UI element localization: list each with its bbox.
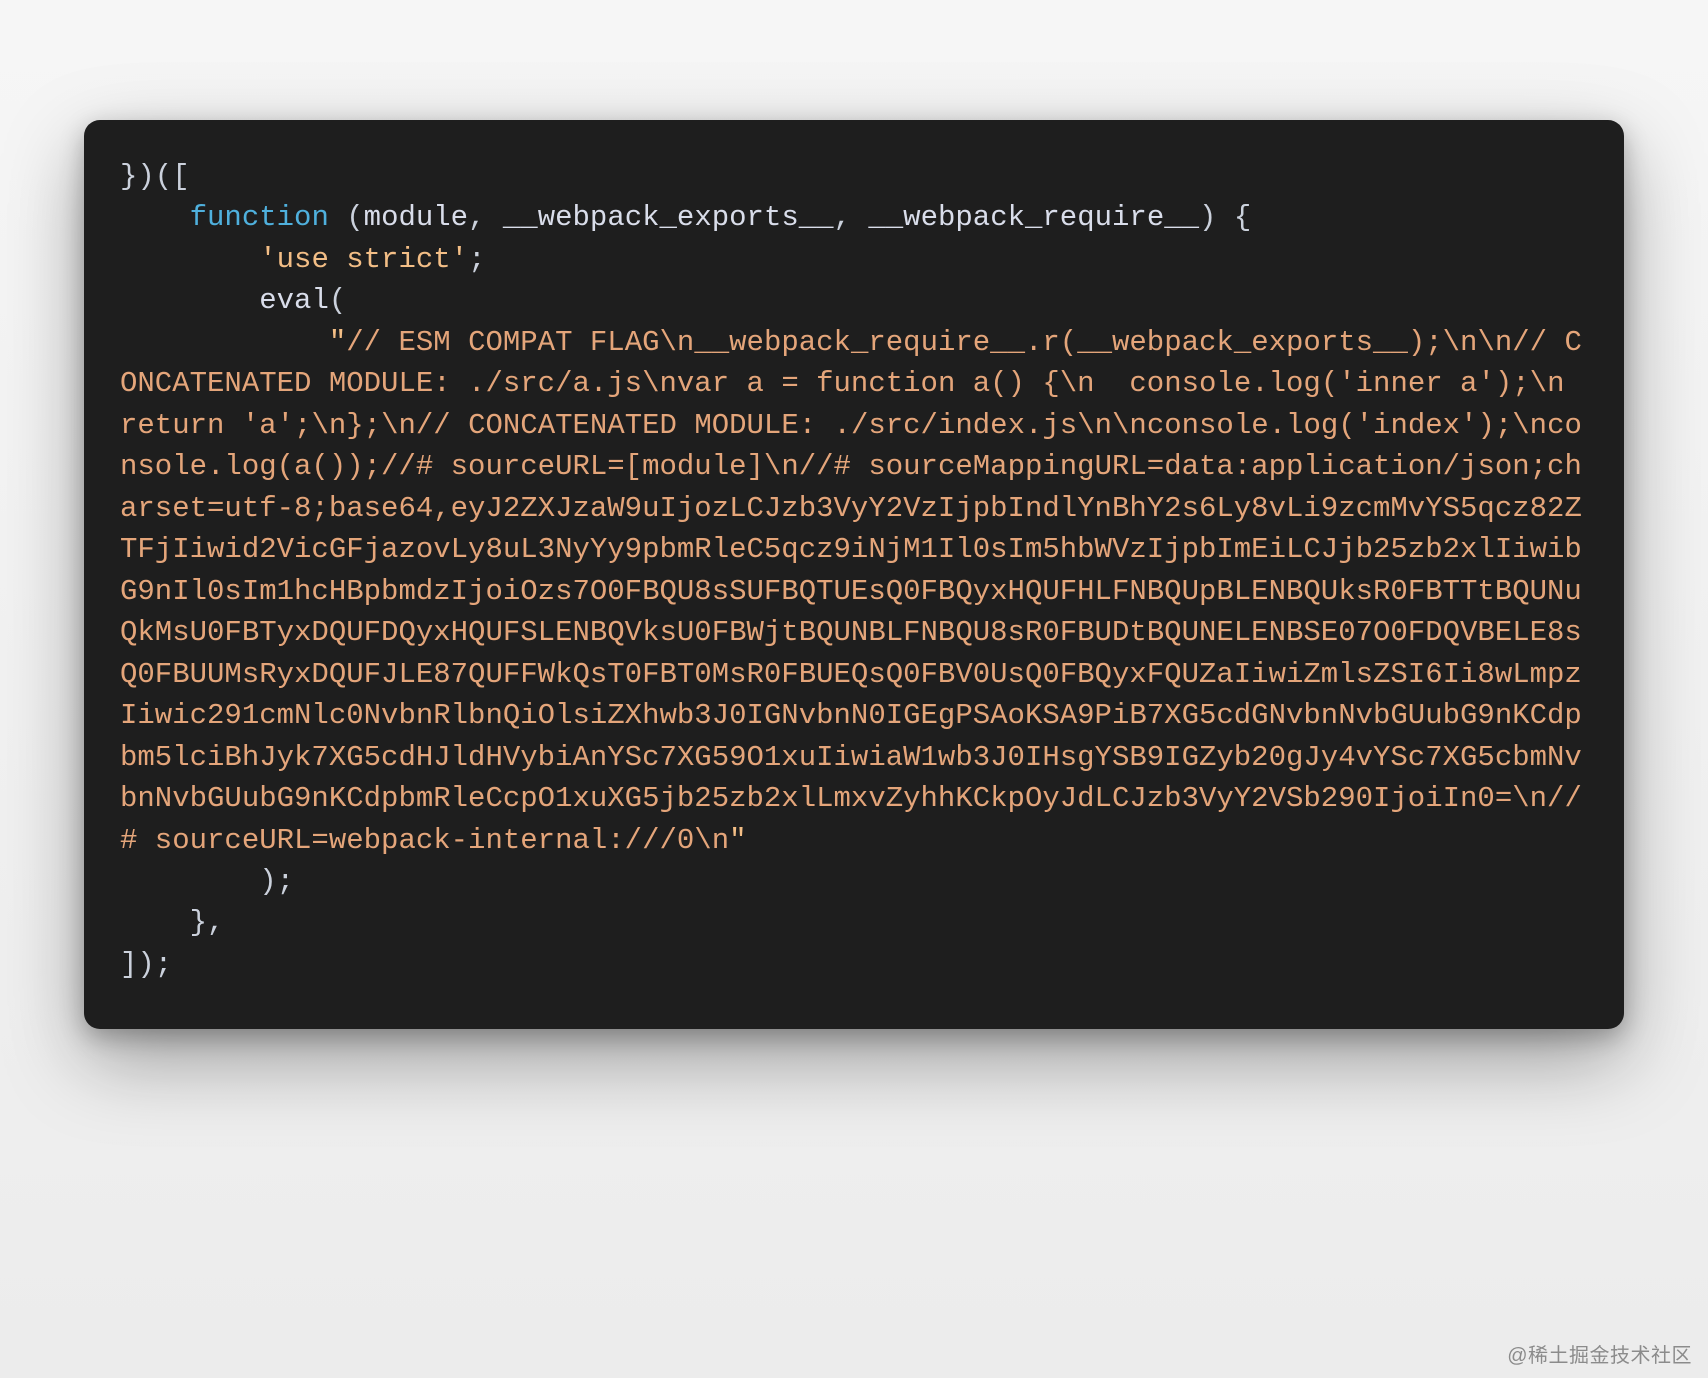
indent bbox=[120, 243, 259, 276]
str-close: " bbox=[729, 824, 746, 857]
str-open: " bbox=[329, 326, 346, 359]
pad2 bbox=[1564, 367, 1599, 400]
esc-n: \n bbox=[764, 450, 799, 483]
fn-open: ( bbox=[329, 201, 364, 234]
esc-n: \n bbox=[1077, 409, 1112, 442]
esc-n: \n bbox=[1530, 367, 1565, 400]
param-exports: __webpack_exports__ bbox=[503, 201, 834, 234]
return-a: return 'a'; bbox=[120, 409, 311, 442]
console-index: console.log('index'); bbox=[1147, 409, 1512, 442]
esc-n: \n bbox=[311, 409, 346, 442]
eval-close: ); bbox=[120, 865, 294, 898]
code-card: })([ function (module, __webpack_exports… bbox=[84, 120, 1624, 1029]
use-strict: 'use strict' bbox=[259, 243, 468, 276]
esc-n: \n bbox=[694, 824, 729, 857]
esc-n: \n bbox=[642, 367, 677, 400]
esc-n: \n bbox=[1512, 409, 1547, 442]
esc-n: \n bbox=[1060, 367, 1095, 400]
base64-blob: eyJ2ZXJzaW9uIjozLCJzb3VyY2VzIjpbIndlYnBh… bbox=[120, 492, 1582, 815]
code-block: })([ function (module, __webpack_exports… bbox=[120, 156, 1588, 985]
watermark-text: @稀土掘金技术社区 bbox=[1507, 1339, 1692, 1368]
concat-index-header: // CONCATENATED MODULE: ./src/index.js bbox=[416, 409, 1077, 442]
esc-n: \n bbox=[1112, 409, 1147, 442]
esm-flag: // ESM COMPAT FLAG bbox=[346, 326, 659, 359]
semi: ; bbox=[468, 243, 485, 276]
param-require: __webpack_require__ bbox=[868, 201, 1199, 234]
indent bbox=[120, 326, 329, 359]
esc-n: \n bbox=[1477, 326, 1512, 359]
esc-n: \n bbox=[1443, 326, 1478, 359]
close-brace: }; bbox=[346, 409, 381, 442]
srcurl-module: //# sourceURL=[module] bbox=[381, 450, 764, 483]
eval-call: eval bbox=[259, 284, 329, 317]
page-container: })([ function (module, __webpack_exports… bbox=[0, 0, 1708, 1378]
indent bbox=[120, 284, 259, 317]
fn-close-line: }, bbox=[120, 906, 224, 939]
require-r: __webpack_require__.r(__webpack_exports_… bbox=[694, 326, 1442, 359]
code-line-open: })([ bbox=[120, 160, 190, 193]
comma: , bbox=[468, 201, 503, 234]
param-module: module bbox=[364, 201, 468, 234]
esc-n: \n bbox=[660, 326, 695, 359]
var-a: var a = function a() { bbox=[677, 367, 1060, 400]
fn-close: ) { bbox=[1199, 201, 1251, 234]
eval-open: ( bbox=[329, 284, 346, 317]
console-inner: console.log('inner a'); bbox=[1129, 367, 1529, 400]
comma: , bbox=[834, 201, 869, 234]
indent bbox=[120, 201, 190, 234]
pad2 bbox=[1095, 367, 1130, 400]
keyword-function: function bbox=[190, 201, 329, 234]
esc-n: \n bbox=[1512, 782, 1547, 815]
esc-n: \n bbox=[381, 409, 416, 442]
arr-close-line: ]); bbox=[120, 948, 172, 981]
